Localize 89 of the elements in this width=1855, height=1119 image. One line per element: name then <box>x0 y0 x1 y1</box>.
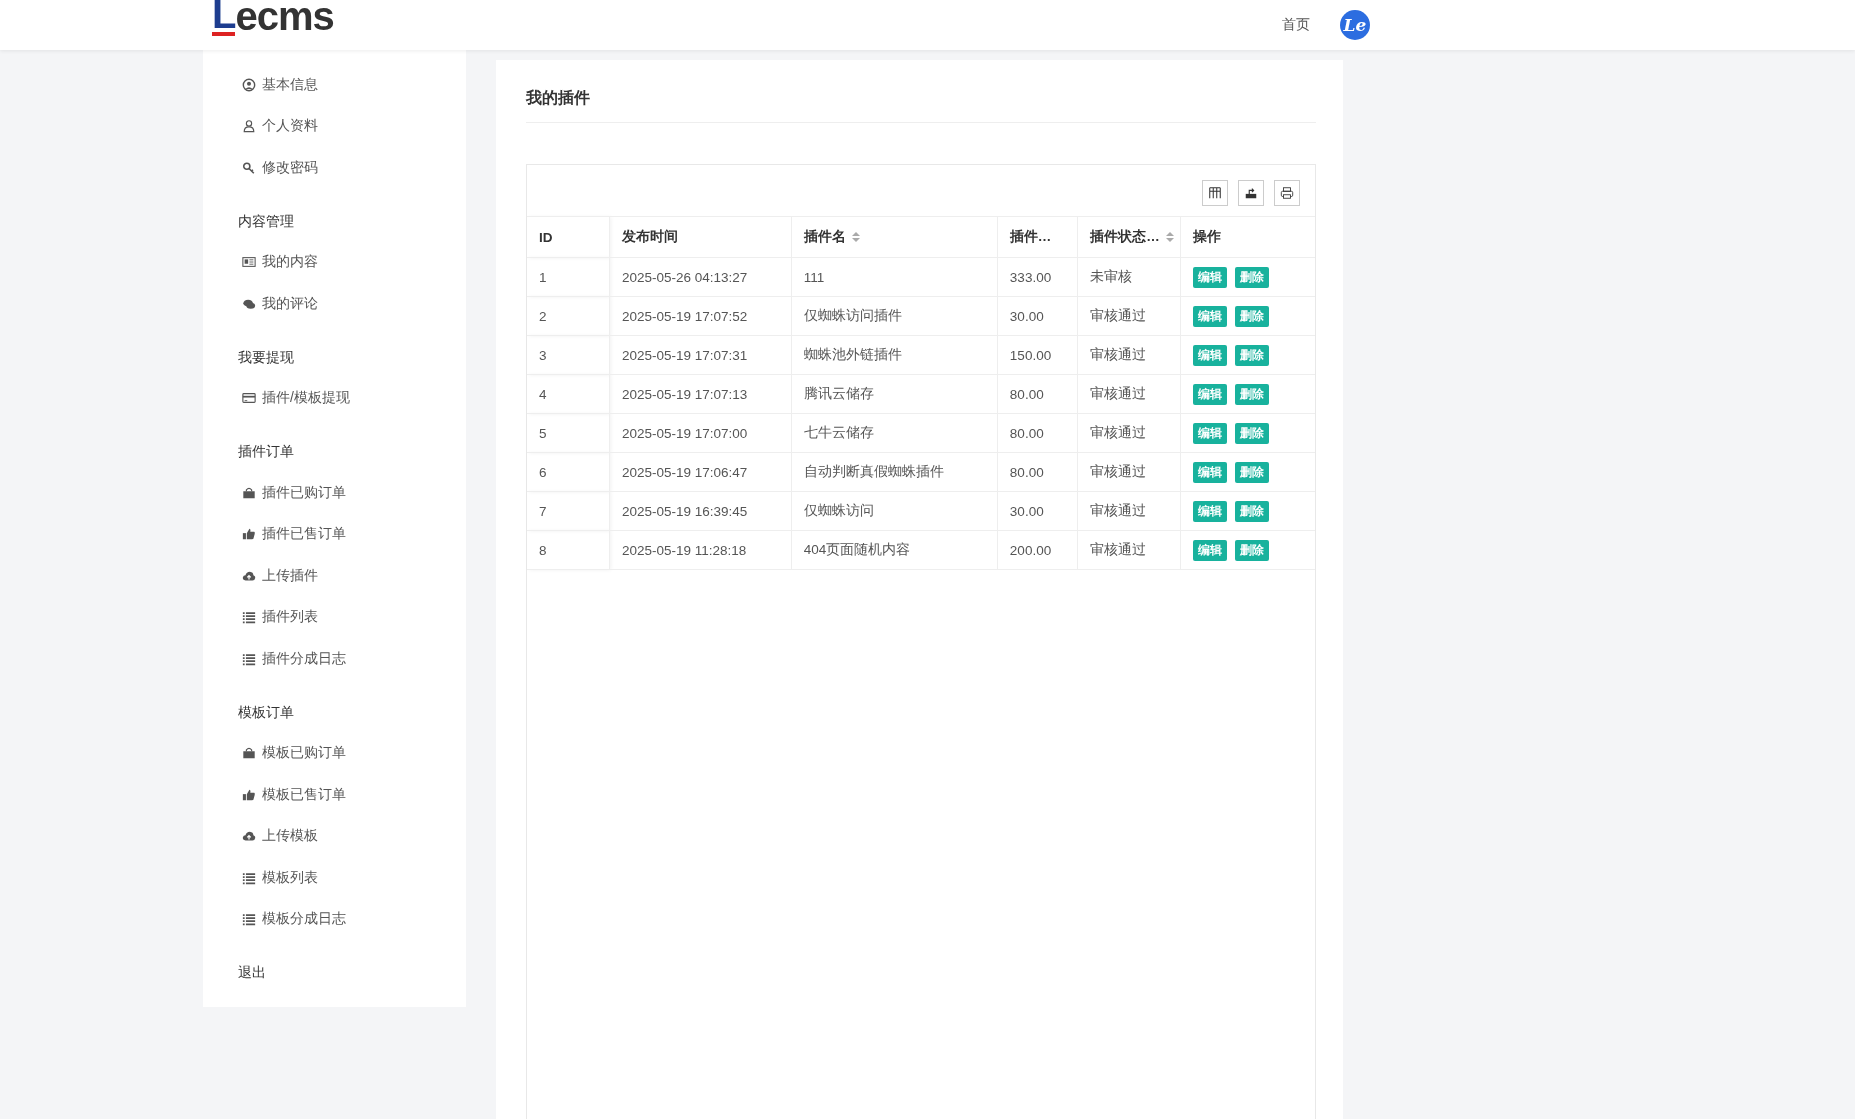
table-cell: 2025-05-19 11:28:18 <box>621 542 747 558</box>
table-cell: 6 <box>539 464 547 480</box>
sidebar-item[interactable]: 基本信息 <box>238 64 466 106</box>
table-cell: 仅蜘蛛访问 <box>803 503 874 518</box>
column-header[interactable]: 插件名 <box>803 228 846 246</box>
table-cell: 404页面随机内容 <box>803 542 911 557</box>
table-cell: 未审核 <box>1090 269 1133 284</box>
print-icon <box>1280 186 1294 200</box>
table-cell: 蜘蛛池外链插件 <box>803 347 902 362</box>
table-cell: 审核通过 <box>1090 386 1147 401</box>
column-header: 发布时间 <box>621 228 678 246</box>
table-cell: 150.00 <box>1009 347 1052 363</box>
table-cell: 2025-05-19 16:39:45 <box>621 503 748 519</box>
export-button[interactable] <box>1238 180 1264 206</box>
thumbs-up-icon <box>242 527 256 542</box>
sidebar-item[interactable]: 上传模板 <box>238 815 466 857</box>
page-title: 我的插件 <box>526 60 1316 123</box>
user-circle-icon <box>242 77 256 92</box>
table-cell: 2025-05-19 17:07:00 <box>621 425 748 441</box>
column-header: 操作 <box>1192 228 1221 246</box>
thumbs-up-icon <box>242 787 256 802</box>
list-icon <box>242 870 256 885</box>
sidebar-item[interactable]: 模板分成日志 <box>238 898 466 940</box>
table-cell: 30.00 <box>1009 503 1044 519</box>
table-cell: 2025-05-19 17:07:31 <box>621 347 748 363</box>
table-cell: 200.00 <box>1009 542 1052 558</box>
newspaper-icon <box>242 255 256 270</box>
avatar[interactable]: Le <box>1340 10 1370 40</box>
sidebar-item[interactable]: 我的内容 <box>238 241 466 283</box>
sidebar-item[interactable]: 我的评论 <box>238 283 466 325</box>
table-cell: 2025-05-26 04:13:27 <box>621 269 748 285</box>
key-icon <box>242 160 256 175</box>
sidebar-item[interactable]: 修改密码 <box>238 147 466 189</box>
table-cell: 80.00 <box>1009 425 1044 441</box>
sidebar-item[interactable]: 插件列表 <box>238 596 466 638</box>
sidebar-item[interactable]: 插件分成日志 <box>238 638 466 680</box>
table-cell: 2 <box>539 308 547 324</box>
sidebar-item[interactable]: 个人资料 <box>238 105 466 147</box>
credit-card-icon <box>242 391 256 406</box>
sidebar-item[interactable]: 模板列表 <box>238 857 466 899</box>
export-icon <box>1244 186 1258 200</box>
shopping-bag-icon <box>242 485 256 500</box>
list-icon <box>242 912 256 927</box>
table-cell: 2025-05-19 17:06:47 <box>621 464 748 480</box>
table-cell: 111 <box>803 269 825 285</box>
shopping-bag-icon <box>242 746 256 761</box>
list-icon <box>242 610 256 625</box>
user-icon <box>242 119 256 134</box>
column-header: 插件… <box>1009 228 1052 246</box>
table-cell: 1 <box>539 269 547 285</box>
table-cell: 七牛云储存 <box>803 425 874 440</box>
table-cell: 腾讯云储存 <box>803 386 874 401</box>
table-cell: 审核通过 <box>1090 425 1147 440</box>
sidebar-item[interactable]: 插件已购订单 <box>238 472 466 514</box>
nav-link[interactable]: 首页 <box>1282 16 1310 34</box>
table-cell: 3 <box>539 347 547 363</box>
table-cell: 自动判断真假蜘蛛插件 <box>803 464 944 479</box>
table-cell: 审核通过 <box>1090 542 1147 557</box>
sidebar-item[interactable]: 插件/模板提现 <box>238 377 466 419</box>
table-cell: 审核通过 <box>1090 464 1147 479</box>
table-cell: 4 <box>539 386 547 402</box>
table-cell: 5 <box>539 425 547 441</box>
sidebar-heading[interactable]: 模板订单 <box>238 691 466 733</box>
table-cell: 7 <box>539 503 547 519</box>
table-cell: 仅蜘蛛访问插件 <box>803 308 902 323</box>
sidebar-item[interactable]: 插件已售订单 <box>238 513 466 555</box>
table-cell: 2025-05-19 17:07:13 <box>621 386 748 402</box>
sidebar-item[interactable]: 模板已售订单 <box>238 774 466 816</box>
table-cell: 8 <box>539 542 547 558</box>
table-cell: 333.00 <box>1009 269 1052 285</box>
column-header: ID <box>539 229 553 245</box>
table-cell: 30.00 <box>1009 308 1044 324</box>
sidebar-heading[interactable]: 我要提现 <box>238 336 466 378</box>
table-cell: 80.00 <box>1009 386 1044 402</box>
table-cell: 审核通过 <box>1090 347 1147 362</box>
columns-button[interactable] <box>1202 180 1228 206</box>
logo: Lecms <box>212 0 334 36</box>
table-cell: 审核通过 <box>1090 503 1147 518</box>
table-cell: 80.00 <box>1009 464 1044 480</box>
print-button[interactable] <box>1274 180 1300 206</box>
list-icon <box>242 651 256 666</box>
sidebar-heading[interactable]: 插件订单 <box>238 431 466 472</box>
sidebar-heading[interactable]: 退出 <box>238 952 466 993</box>
sidebar-item[interactable]: 模板已购订单 <box>238 732 466 774</box>
columns-icon <box>1208 186 1222 200</box>
sidebar-heading[interactable]: 内容管理 <box>238 200 466 242</box>
table-cell: 审核通过 <box>1090 308 1147 323</box>
sidebar-item[interactable]: 上传插件 <box>238 555 466 597</box>
table-cell: 2025-05-19 17:07:52 <box>621 308 748 324</box>
